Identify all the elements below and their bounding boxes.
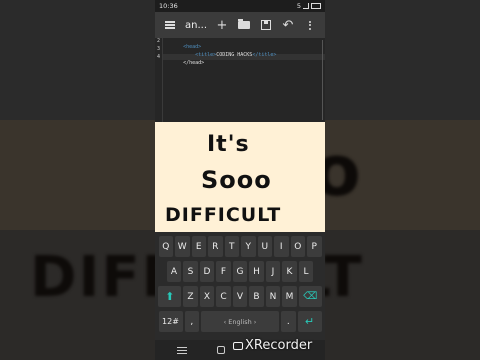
battery-icon <box>311 3 321 9</box>
key-l[interactable]: L <box>298 261 314 282</box>
key-i[interactable]: I <box>274 236 289 257</box>
hamburger-icon <box>165 21 175 29</box>
comma-key[interactable]: , <box>184 311 199 332</box>
undo-button[interactable]: ↶ <box>277 14 299 36</box>
key-v[interactable]: V <box>232 286 248 307</box>
more-vert-icon <box>309 20 311 30</box>
keyboard-row-3: ⬆ Z X C V B N M ⌫ <box>155 286 325 307</box>
key-f[interactable]: F <box>216 261 231 282</box>
keyboard-row-2: A S D F G H J K L <box>155 261 325 282</box>
key-s[interactable]: S <box>183 261 198 282</box>
editor-scrollbar[interactable] <box>321 40 323 120</box>
key-m[interactable]: M <box>282 286 297 307</box>
status-bar: 10:36 5 <box>155 0 325 12</box>
save-button[interactable] <box>255 14 277 36</box>
key-u[interactable]: U <box>257 236 272 257</box>
key-t[interactable]: T <box>224 236 239 257</box>
key-r[interactable]: R <box>208 236 223 257</box>
key-k[interactable]: K <box>282 261 297 282</box>
keyboard-row-1: Q W E R T Y U I O P <box>155 236 325 257</box>
key-j[interactable]: J <box>265 261 281 282</box>
enter-icon: ↵ <box>304 315 315 328</box>
key-p[interactable]: P <box>307 236 322 257</box>
key-g[interactable]: G <box>232 261 248 282</box>
code-text: </head> <box>183 60 205 66</box>
camera-icon <box>233 341 243 350</box>
line-number: 2 <box>156 38 160 44</box>
folder-icon <box>238 19 250 29</box>
key-a[interactable]: A <box>166 261 182 282</box>
line-number: 3 <box>156 46 160 52</box>
key-q[interactable]: Q <box>158 236 173 257</box>
editor-toolbar: an... + ↶ <box>155 12 325 38</box>
shift-icon: ⬆ <box>165 290 175 303</box>
numbers-key[interactable]: 12# <box>158 311 183 332</box>
caption-line-3: DIFFICULT <box>165 204 282 226</box>
plus-icon: + <box>216 17 228 33</box>
backspace-key[interactable]: ⌫ <box>298 286 322 307</box>
undo-icon: ↶ <box>282 17 294 33</box>
key-c[interactable]: C <box>216 286 231 307</box>
shift-key[interactable]: ⬆ <box>158 286 182 307</box>
save-icon <box>261 20 271 30</box>
key-d[interactable]: D <box>199 261 215 282</box>
code-tag: </title> <box>252 52 277 58</box>
code-line-4: </head> <box>165 54 204 72</box>
caption-line-1: It's <box>207 132 250 157</box>
period-key[interactable]: . <box>281 311 296 332</box>
key-o[interactable]: O <box>290 236 305 257</box>
code-editor[interactable]: 2 3 4 <head> <title>CODING HACKS</title>… <box>155 38 325 122</box>
watermark-text: XRecorder <box>245 338 313 353</box>
status-label: 5 <box>296 2 301 10</box>
caption-line-2: Sooo <box>201 166 272 194</box>
key-e[interactable]: E <box>191 236 206 257</box>
keyboard-row-4: 12# , ‹ English › . ↵ <box>155 311 325 332</box>
line-number: 4 <box>156 54 160 60</box>
signal-icon <box>303 3 309 9</box>
key-z[interactable]: Z <box>183 286 198 307</box>
more-options-button[interactable] <box>299 14 321 36</box>
key-x[interactable]: X <box>199 286 215 307</box>
key-h[interactable]: H <box>249 261 264 282</box>
code-text: CODING HACKS <box>216 52 253 58</box>
space-key[interactable]: ‹ English › <box>201 311 279 332</box>
key-y[interactable]: Y <box>241 236 256 257</box>
recorder-watermark: XRecorder <box>233 338 312 353</box>
enter-key[interactable]: ↵ <box>297 311 322 332</box>
open-folder-button[interactable] <box>233 14 255 36</box>
backspace-icon: ⌫ <box>303 291 318 302</box>
key-n[interactable]: N <box>265 286 281 307</box>
new-file-button[interactable]: + <box>211 14 233 36</box>
status-time: 10:36 <box>159 2 178 10</box>
menu-button[interactable] <box>159 14 181 36</box>
status-icons: 5 <box>297 2 321 10</box>
home-button[interactable] <box>217 346 225 354</box>
file-title[interactable]: an... <box>185 20 207 31</box>
soft-keyboard: Q W E R T Y U I O P A S D F G H J K L ⬆ … <box>155 232 325 340</box>
phone-screen: 10:36 5 an... + ↶ 2 3 4 <head> <title>CO… <box>155 0 325 360</box>
recents-button[interactable] <box>177 346 187 354</box>
key-w[interactable]: W <box>175 236 190 257</box>
key-b[interactable]: B <box>249 286 264 307</box>
caption-overlay: It's Sooo DIFFICULT <box>155 122 325 232</box>
